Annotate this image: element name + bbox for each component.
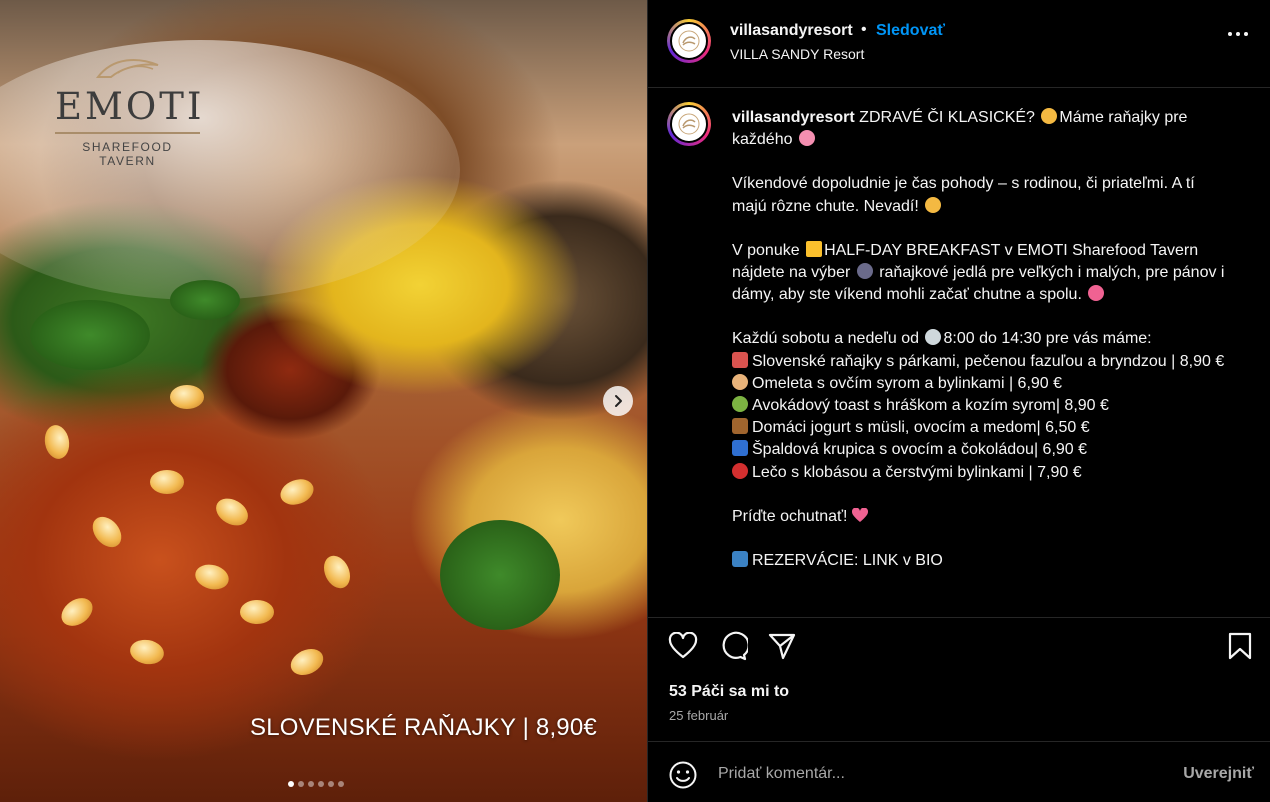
bean (86, 511, 128, 553)
post-sidebar: villasandyresort • Sledovať VILLA SANDY … (647, 0, 1270, 802)
logo-divider (55, 132, 200, 134)
caption-closing: Príďte ochutnať! (732, 507, 852, 525)
menu-item: Domáci jogurt s müsli, ovocím a medom| 6… (732, 417, 1232, 439)
comment-form: Uverejniť (648, 741, 1270, 802)
caption-username[interactable]: villasandyresort (732, 109, 855, 126)
carousel-indicator (288, 781, 344, 787)
clock-icon (925, 329, 942, 346)
resort-logo-icon (678, 30, 700, 52)
more-options-icon[interactable] (1228, 32, 1248, 36)
carousel-dot (338, 781, 344, 787)
bean (211, 493, 253, 531)
menu-item: Lečo s klobásou a čerstvými bylinkami | … (732, 462, 1232, 484)
caption-paragraph: V ponuke (732, 241, 805, 259)
post-dialog: EMOTI SHAREFOOD TAVERN SLOVENSKÉ RAŇAJKY… (0, 0, 1270, 802)
post-header: villasandyresort • Sledovať VILLA SANDY … (648, 0, 1270, 88)
smiling-hearts-icon (1088, 285, 1105, 302)
caption-schedule: Každú sobotu a nedeľu od (732, 330, 924, 348)
right-arrow-icon (732, 551, 748, 568)
separator-dot: • (861, 21, 867, 38)
frying-pan-icon (856, 263, 873, 280)
share-button[interactable] (766, 630, 798, 662)
bean (42, 423, 72, 461)
feather-logo-icon (95, 59, 158, 78)
herb-garnish (30, 300, 150, 370)
smiley-icon (669, 761, 697, 789)
follow-button[interactable]: Sledovať (876, 22, 945, 40)
blueberries-icon (732, 440, 748, 457)
bean (56, 592, 98, 632)
bean (192, 561, 232, 593)
author-username[interactable]: villasandyresort (730, 22, 853, 40)
logo-name: EMOTI (55, 85, 205, 128)
bookmark-icon (1228, 632, 1252, 660)
like-button[interactable] (667, 630, 699, 662)
pink-heart-icon (851, 507, 868, 522)
carousel-dot (298, 781, 304, 787)
herb-garnish (440, 520, 560, 630)
post-image[interactable]: EMOTI SHAREFOOD TAVERN SLOVENSKÉ RAŇAJKY… (0, 0, 647, 802)
honey-pot-icon (732, 418, 748, 435)
bean (150, 470, 184, 494)
paper-plane-icon (768, 633, 796, 660)
caption-area[interactable]: villasandyresort ZDRAVÉ ČI KLASICKÉ? Mám… (648, 89, 1270, 616)
bean (276, 474, 318, 510)
restaurant-logo: EMOTI SHAREFOOD TAVERN (55, 55, 205, 168)
heart-icon (668, 632, 698, 659)
bean (128, 637, 166, 667)
bean (286, 643, 328, 681)
logo-subtitle: SHAREFOOD TAVERN (82, 140, 173, 168)
smiling-face-icon (925, 196, 942, 213)
chevron-right-icon (615, 395, 622, 407)
post-caption: villasandyresort ZDRAVÉ ČI KLASICKÉ? Mám… (732, 107, 1232, 572)
avatar[interactable] (667, 102, 711, 146)
comment-button[interactable] (717, 630, 749, 662)
caption-paragraph: Víkendové dopoludnie je čas pohody – s r… (732, 175, 1195, 215)
comment-input[interactable] (718, 762, 1168, 786)
egg-icon (732, 373, 748, 390)
herb-garnish (170, 280, 240, 320)
publish-button[interactable]: Uverejniť (1183, 765, 1254, 783)
save-button[interactable] (1224, 630, 1256, 662)
carousel-dot (318, 781, 324, 787)
hot-pepper-icon (732, 462, 748, 479)
like-count[interactable]: 53 Páči sa mi to (669, 683, 789, 701)
caption-schedule: 8:00 do 14:30 pre vás máme: (943, 330, 1152, 348)
menu-item: Avokádový toast s hráškom a kozím syrom|… (732, 395, 1232, 417)
bean (240, 600, 274, 624)
heart-eyes-icon (798, 130, 815, 147)
caption-reservation: REZERVÁCIE: LINK v BIO (752, 552, 943, 570)
author-location[interactable]: VILLA SANDY Resort (730, 46, 864, 62)
image-caption: SLOVENSKÉ RAŇAJKY | 8,90€ (250, 714, 597, 741)
carousel-dot (328, 781, 334, 787)
caption-headline: ZDRAVÉ ČI KLASICKÉ? (854, 109, 1040, 126)
sausage-icon (732, 351, 748, 368)
carousel-dot (308, 781, 314, 787)
menu-item: Slovenské raňajky s párkami, pečenou faz… (732, 351, 1232, 373)
post-date[interactable]: 25 február (669, 708, 728, 723)
avatar[interactable] (667, 19, 711, 63)
emoji-picker-button[interactable] (668, 760, 698, 790)
thinking-face-icon (1041, 108, 1058, 124)
resort-logo-icon (678, 113, 700, 135)
menu-item: Omeleta s ovčím syrom a bylinkami | 6,90… (732, 373, 1232, 395)
menu-item: Špaldová krupica s ovocím a čokoládou| 6… (732, 439, 1232, 461)
action-bar: 53 Páči sa mi to 25 február (648, 617, 1270, 741)
bean (318, 551, 356, 593)
carousel-next-button[interactable] (603, 386, 633, 416)
carousel-dot (288, 781, 294, 787)
comment-bubble-icon (722, 631, 748, 661)
star-icon (806, 240, 823, 257)
avocado-icon (732, 396, 748, 413)
bean (170, 385, 204, 409)
